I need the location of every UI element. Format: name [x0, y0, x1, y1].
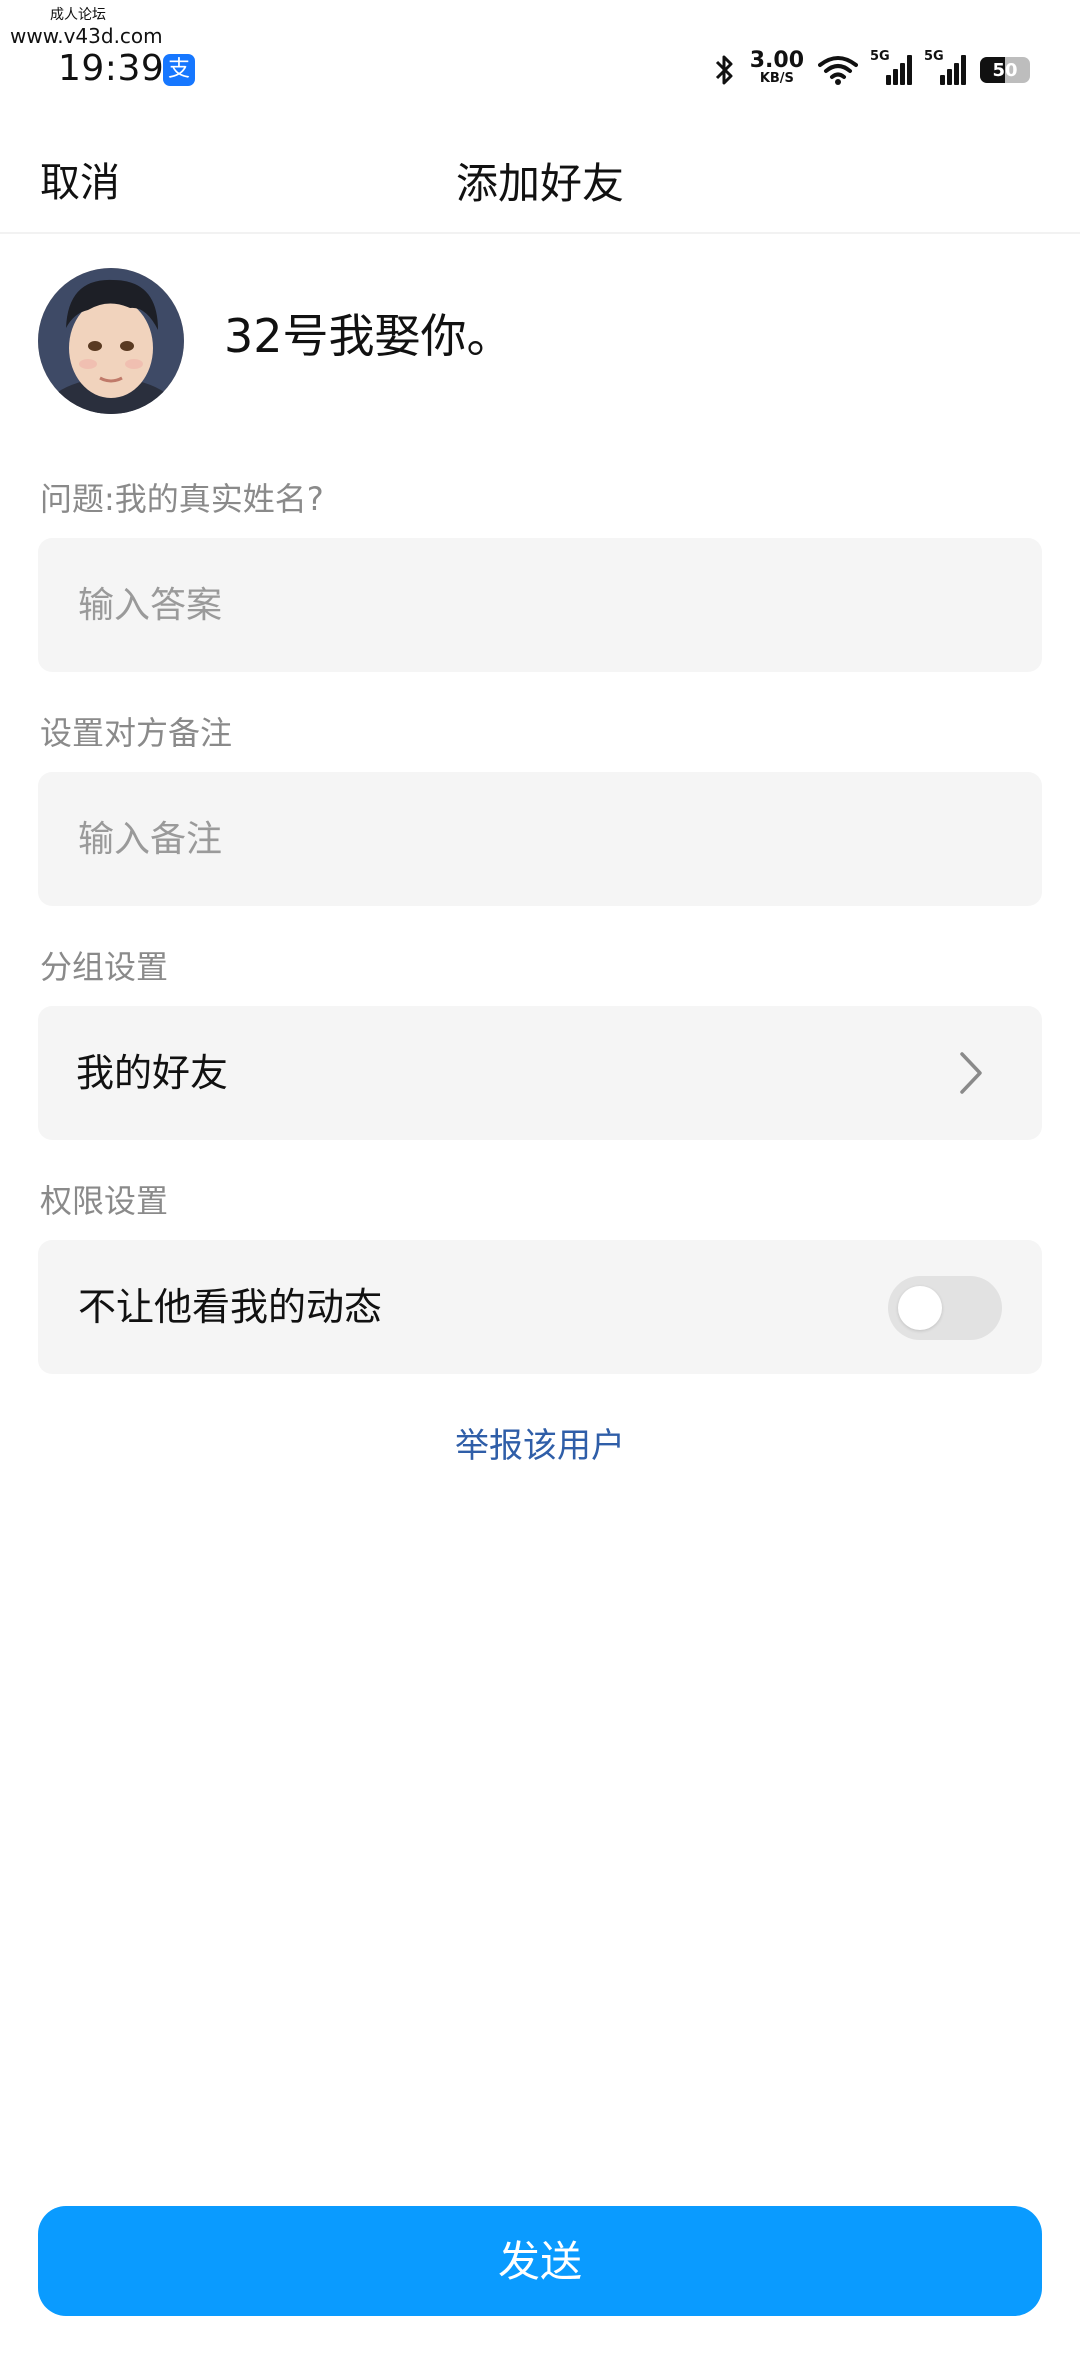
remark-input[interactable]: [78, 772, 978, 906]
group-selector[interactable]: 我的好友: [38, 1006, 1042, 1140]
answer-input[interactable]: [78, 538, 978, 672]
network-speed: 3.00 KB/S: [750, 50, 804, 88]
send-button[interactable]: 发送: [38, 2206, 1042, 2316]
status-time: 19:39: [58, 48, 165, 89]
alipay-notification-icon: 支: [163, 54, 195, 86]
remark-label: 设置对方备注: [40, 714, 233, 752]
page-title: 添加好友: [455, 159, 624, 208]
hide-moments-toggle[interactable]: [888, 1276, 1002, 1340]
answer-field[interactable]: [38, 538, 1042, 672]
network-type-2: 5G: [924, 49, 944, 64]
group-label: 分组设置: [40, 948, 169, 986]
remark-field[interactable]: [38, 772, 1042, 906]
watermark-line1: 成人论坛: [50, 7, 106, 23]
nickname: 32号我娶你。: [224, 309, 513, 363]
network-type-1: 5G: [870, 49, 890, 64]
group-value: 我的好友: [76, 1051, 229, 1095]
avatar-image: [38, 268, 184, 414]
report-user-link[interactable]: 举报该用户: [0, 1418, 1080, 1467]
cancel-button[interactable]: 取消: [40, 150, 120, 208]
bluetooth-icon: [715, 55, 733, 85]
permission-row: 不让他看我的动态: [38, 1240, 1042, 1374]
cellular-signal-1-icon: 5G: [870, 49, 912, 85]
permission-label: 权限设置: [40, 1182, 169, 1220]
toggle-knob: [898, 1286, 942, 1330]
hide-moments-label: 不让他看我的动态: [78, 1285, 383, 1329]
watermark-line2: www.v43d.com: [10, 24, 163, 48]
question-label: 问题:我的真实姓名?: [40, 480, 324, 518]
battery-icon: 50: [980, 57, 1030, 83]
avatar[interactable]: [38, 268, 184, 414]
status-icons: 3.00 KB/S 5G 5G 50: [714, 49, 1030, 90]
header-divider: [0, 232, 1080, 234]
cellular-signal-2-icon: 5G: [924, 49, 966, 85]
battery-level: 50: [992, 59, 1018, 81]
chevron-right-icon: [960, 1052, 982, 1094]
wifi-icon: [818, 56, 858, 85]
